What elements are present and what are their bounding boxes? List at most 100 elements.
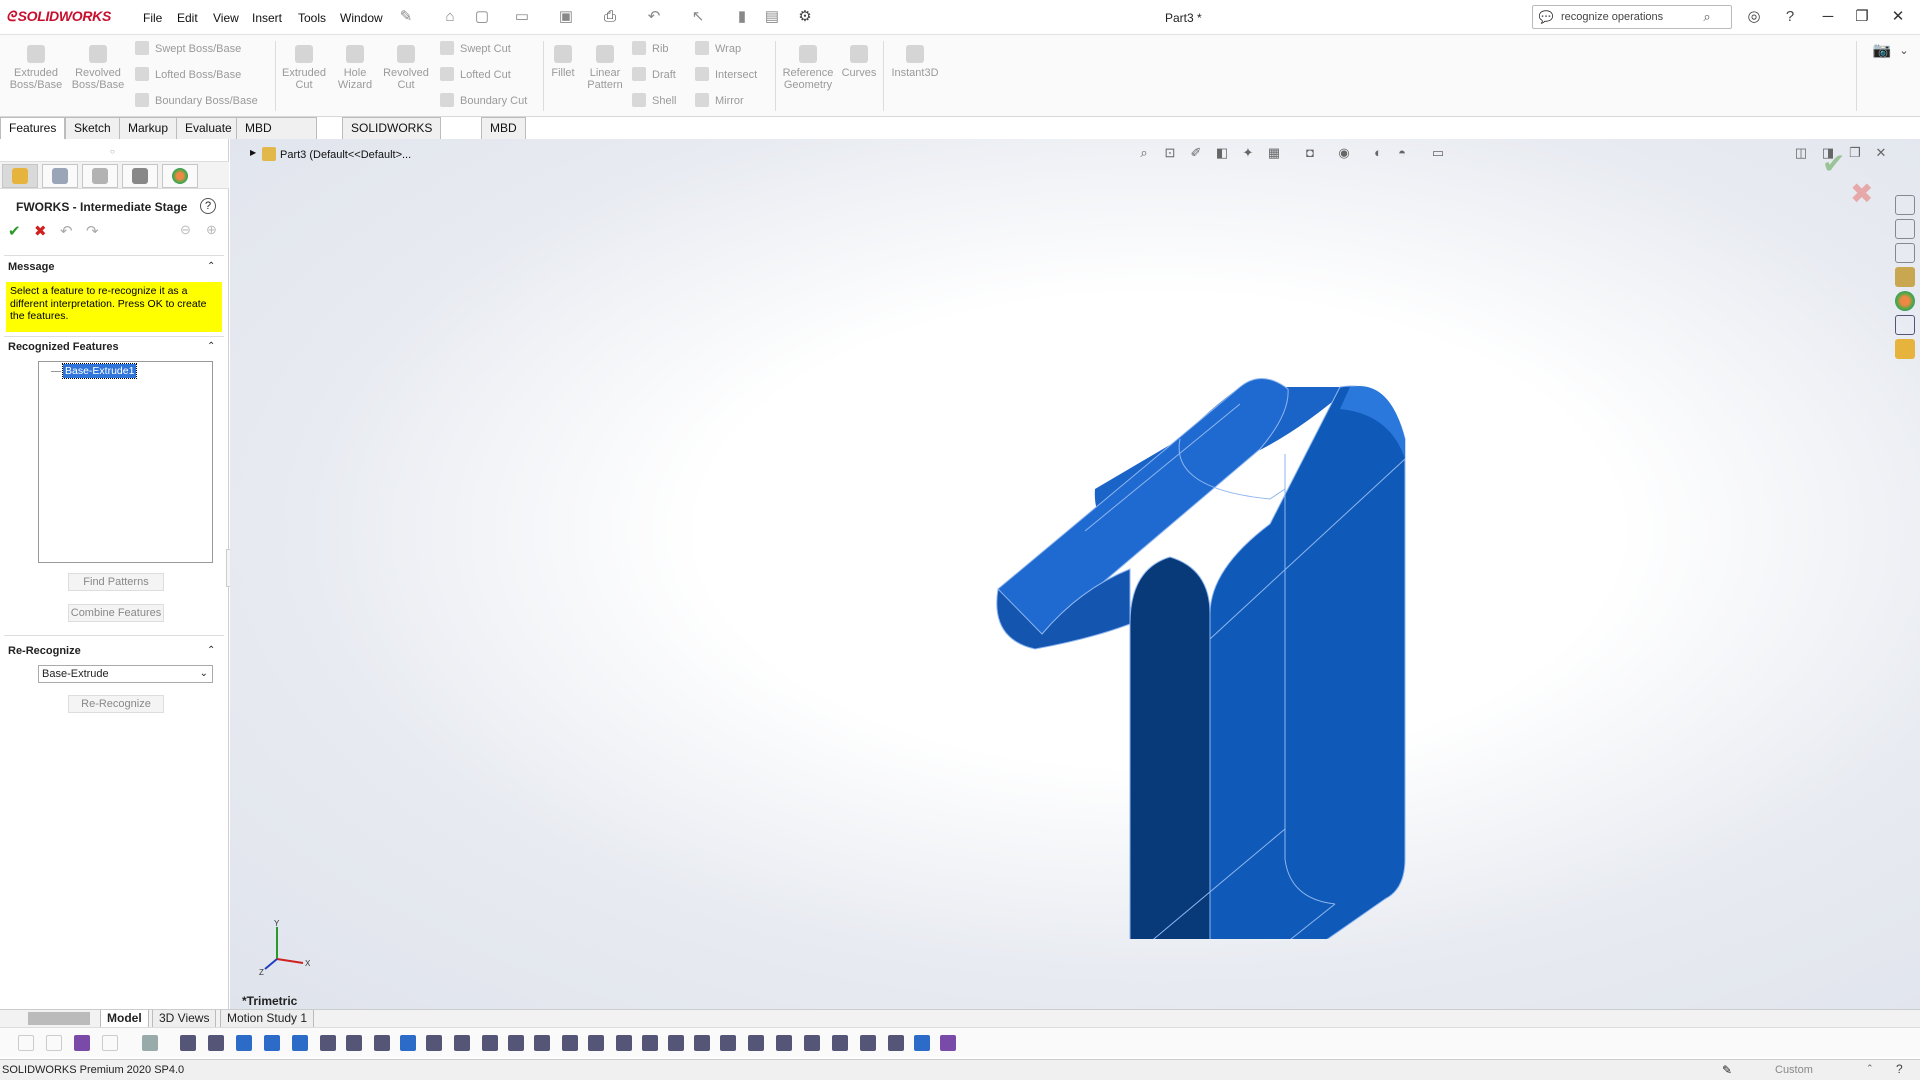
user-account-icon[interactable]: ◎ — [1744, 7, 1764, 27]
view-settings-icon[interactable]: ▭ — [1429, 145, 1447, 161]
tab-propertymanager[interactable] — [42, 164, 78, 188]
filter-visible-icon[interactable] — [74, 1035, 90, 1051]
menu-view[interactable]: View — [213, 11, 239, 25]
display-style-icon[interactable]: ◘ — [1301, 145, 1319, 161]
instant3d-button[interactable]: Instant3D — [885, 45, 945, 79]
new-document-icon[interactable]: ▢ — [472, 7, 492, 27]
filter-datum-targets-icon[interactable] — [642, 1035, 658, 1051]
swept-cut-button[interactable]: Swept Cut — [440, 41, 511, 57]
menu-window[interactable]: Window — [340, 11, 383, 25]
appearances-icon[interactable] — [1895, 291, 1915, 311]
dynamic-annotation-icon[interactable]: ✦ — [1239, 145, 1257, 161]
filter-toggle-icon[interactable] — [46, 1035, 62, 1051]
help-icon[interactable]: ? — [200, 198, 216, 214]
menu-edit[interactable]: Edit — [177, 11, 198, 25]
restore-viewport-icon[interactable]: ❐ — [1846, 145, 1864, 161]
hole-wizard-button[interactable]: Hole Wizard — [326, 45, 384, 91]
recognized-features-list[interactable]: Base-Extrude1 — [38, 361, 213, 563]
filter-solid-bodies-icon[interactable] — [292, 1035, 308, 1051]
solidworks-logo[interactable]: ᘓ SOLIDWORKS — [6, 8, 111, 25]
save-icon[interactable]: ▣ — [556, 7, 576, 27]
minimize-button[interactable]: ─ — [1816, 6, 1840, 28]
tab-configurationmanager[interactable] — [82, 164, 118, 188]
hide-show-items-icon[interactable]: ◉ — [1335, 145, 1353, 161]
filter-blocks-icon[interactable] — [694, 1035, 710, 1051]
restore-button[interactable]: ❐ — [1850, 6, 1874, 28]
camera-icon[interactable]: 📷 — [1872, 41, 1892, 61]
previous-page-icon[interactable]: ⊖ — [180, 222, 191, 238]
menu-tools[interactable]: Tools — [298, 11, 326, 25]
filter-axes-icon[interactable] — [320, 1035, 336, 1051]
next-page-icon[interactable]: ⊕ — [206, 222, 217, 238]
tab-sketch[interactable]: Sketch — [65, 117, 120, 139]
panel-grip-icon[interactable]: ○ — [110, 147, 115, 156]
file-explorer-icon[interactable] — [1895, 243, 1915, 263]
filter-mesh-facets-icon[interactable] — [804, 1035, 820, 1051]
chevron-down-icon[interactable]: ⌄ — [1894, 41, 1914, 61]
chevron-up-icon[interactable]: ⌃ — [207, 341, 215, 352]
tab-evaluate[interactable]: Evaluate — [176, 117, 241, 139]
tile-icon[interactable]: ◫ — [1792, 145, 1810, 161]
tab-scroll-arrows[interactable] — [28, 1012, 90, 1025]
close-button[interactable]: ✕ — [1886, 6, 1910, 28]
find-patterns-button[interactable]: Find Patterns — [68, 573, 164, 591]
3d-model-number-one[interactable] — [830, 239, 1530, 939]
filter-vertices-icon[interactable] — [180, 1035, 196, 1051]
undo-icon[interactable]: ↶ — [60, 222, 73, 240]
filter-mesh-vertex-icon[interactable] — [860, 1035, 876, 1051]
featuremanager-tree-root[interactable]: ▶ Part3 (Default<<Default>... — [250, 147, 411, 161]
shell-button[interactable]: Shell — [632, 93, 676, 109]
revolved-cut-button[interactable]: Revolved Cut — [377, 45, 435, 91]
pin-icon[interactable]: ✎ — [396, 7, 416, 27]
tab-display-manager[interactable] — [162, 164, 198, 188]
filter-midpoints-icon[interactable] — [426, 1035, 442, 1051]
filter-sketch-points-icon[interactable] — [374, 1035, 390, 1051]
chevron-up-icon[interactable]: ⌃ — [207, 645, 215, 656]
revolved-boss-button[interactable]: Revolved Boss/Base — [69, 45, 127, 91]
tab-markup[interactable]: Markup — [119, 117, 178, 139]
design-library-icon[interactable] — [1895, 219, 1915, 239]
rebuild-indicator-icon[interactable]: ✎ — [1722, 1063, 1732, 1077]
section-view-icon[interactable]: ◧ — [1213, 145, 1231, 161]
home-icon[interactable]: ⌂ — [440, 7, 460, 27]
curves-button[interactable]: Curves — [831, 45, 887, 79]
wrap-button[interactable]: Wrap — [695, 41, 741, 57]
model-stem-side-face[interactable] — [1209, 385, 1406, 939]
rebuild-icon[interactable]: ▮ — [732, 7, 752, 27]
filter-routing-points-icon[interactable] — [776, 1035, 792, 1051]
search-icon[interactable]: ⌕ — [1697, 7, 1717, 27]
filter-notes-icon[interactable] — [588, 1035, 604, 1051]
lofted-boss-button[interactable]: Lofted Boss/Base — [135, 67, 241, 83]
zoom-to-fit-icon[interactable]: ⌕ — [1135, 145, 1153, 161]
solidworks-forum-icon[interactable] — [1895, 339, 1915, 359]
custom-properties-icon[interactable] — [1895, 315, 1915, 335]
intersect-button[interactable]: Intersect — [695, 67, 757, 83]
apply-scene-icon[interactable]: ◓ — [1393, 145, 1411, 161]
menu-insert[interactable]: Insert — [252, 11, 282, 25]
filter-planes-icon[interactable] — [346, 1035, 362, 1051]
home-icon[interactable] — [1895, 195, 1915, 215]
close-viewport-icon[interactable]: ✕ — [1872, 145, 1890, 161]
tab-solidworks-add-ins[interactable]: SOLIDWORKS Add-Ins — [342, 117, 442, 155]
filter-cosmetic-threads-icon[interactable] — [668, 1035, 684, 1051]
lofted-cut-button[interactable]: Lofted Cut — [440, 67, 511, 83]
filter-centerline-icon[interactable] — [482, 1035, 498, 1051]
previous-view-icon[interactable]: ✐ — [1187, 145, 1205, 161]
select-pointer-icon[interactable] — [102, 1035, 118, 1051]
filter-sketch-segments-icon[interactable] — [400, 1035, 416, 1051]
rerecognize-button[interactable]: Re-Recognize — [68, 695, 164, 713]
rib-button[interactable]: Rib — [632, 41, 669, 57]
filter-center-marks-icon[interactable] — [454, 1035, 470, 1051]
clear-filters-icon[interactable] — [142, 1035, 158, 1051]
confirmation-ok-icon[interactable]: ✔ — [1822, 147, 1845, 180]
help-bubble-icon[interactable]: ? — [1896, 1062, 1903, 1076]
tab-featuremanager[interactable] — [2, 164, 38, 188]
help-icon[interactable]: ? — [1780, 7, 1800, 27]
ok-check-icon[interactable]: ✔ — [8, 222, 21, 240]
extruded-boss-button[interactable]: Extruded Boss/Base — [7, 45, 65, 91]
tab-motion-study-1[interactable]: Motion Study 1 — [220, 1010, 315, 1028]
rerecognize-select[interactable]: Base-Extrude ⌄ — [38, 665, 213, 683]
filter-weld-symbols-icon[interactable] — [616, 1035, 632, 1051]
open-icon[interactable]: ▭ — [512, 7, 532, 27]
chevron-up-icon[interactable]: ⌃ — [207, 261, 215, 272]
